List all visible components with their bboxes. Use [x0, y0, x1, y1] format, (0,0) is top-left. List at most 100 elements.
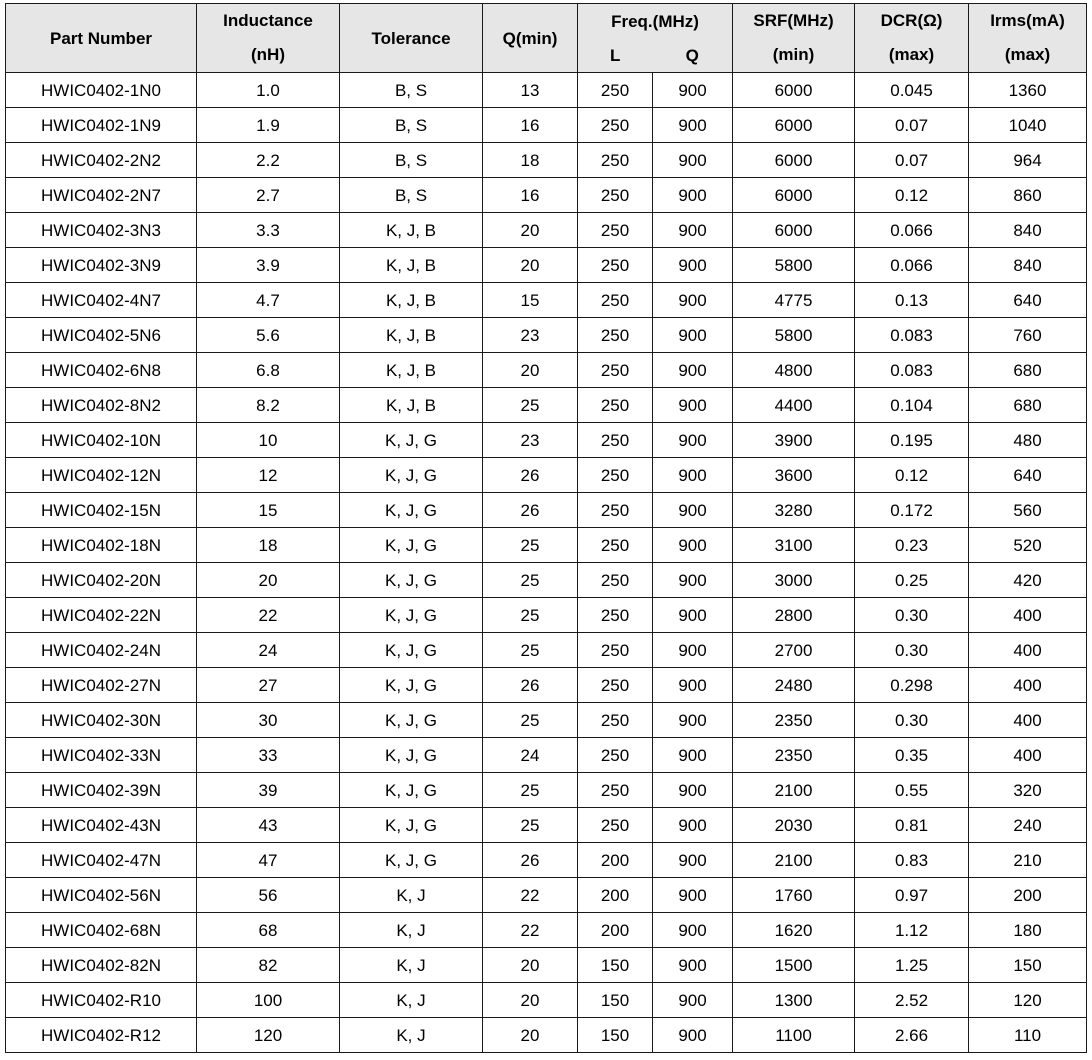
- cell-inductance: 3.3: [196, 212, 340, 248]
- cell-irms: 120: [968, 982, 1088, 1018]
- cell-freq-q: 900: [651, 212, 734, 248]
- cell-inductance: 82: [196, 947, 340, 983]
- cell-q-min: 23: [482, 317, 578, 353]
- cell-q-min: 16: [482, 107, 578, 143]
- cell-srf: 3100: [732, 527, 856, 563]
- cell-freq-q: 900: [651, 597, 734, 633]
- cell-srf: 1760: [732, 877, 856, 913]
- header-dcr-unit: (max): [888, 45, 935, 64]
- cell-part-number: HWIC0402-39N: [5, 772, 197, 808]
- cell-q-min: 24: [482, 737, 578, 773]
- table-row: HWIC0402-3N9 3.9 K, J, B 20 250 900 5800 0.066 8…: [5, 247, 1088, 283]
- cell-freq-l: 250: [577, 422, 653, 458]
- cell-part-number: HWIC0402-82N: [5, 947, 197, 983]
- cell-srf: 3600: [732, 457, 856, 493]
- cell-freq-q: 900: [651, 842, 734, 878]
- cell-freq-l: 250: [577, 807, 653, 843]
- cell-irms: 640: [968, 282, 1088, 318]
- cell-srf: 4775: [732, 282, 856, 318]
- cell-inductance: 24: [196, 632, 340, 668]
- cell-srf: 6000: [732, 107, 856, 143]
- cell-tolerance: K, J, G: [339, 457, 483, 493]
- cell-part-number: HWIC0402-27N: [5, 667, 197, 703]
- table-row: HWIC0402-12N 12 K, J, G 26 250 900 3600 0.12 640: [5, 457, 1088, 493]
- cell-inductance: 10: [196, 422, 340, 458]
- cell-tolerance: B, S: [339, 142, 483, 178]
- cell-dcr: 2.66: [854, 1017, 970, 1053]
- cell-part-number: HWIC0402-56N: [5, 877, 197, 913]
- cell-part-number: HWIC0402-22N: [5, 597, 197, 633]
- cell-irms: 680: [968, 387, 1088, 423]
- cell-srf: 1300: [732, 982, 856, 1018]
- cell-tolerance: B, S: [339, 177, 483, 213]
- cell-srf: 4400: [732, 387, 856, 423]
- cell-tolerance: K, J, B: [339, 317, 483, 353]
- cell-inductance: 56: [196, 877, 340, 913]
- cell-q-min: 25: [482, 597, 578, 633]
- cell-q-min: 25: [482, 527, 578, 563]
- cell-dcr: 0.104: [854, 387, 970, 423]
- cell-q-min: 20: [482, 352, 578, 388]
- cell-dcr: 0.172: [854, 492, 970, 528]
- cell-freq-q: 900: [651, 982, 734, 1018]
- cell-inductance: 18: [196, 527, 340, 563]
- cell-inductance: 15: [196, 492, 340, 528]
- cell-part-number: HWIC0402-15N: [5, 492, 197, 528]
- cell-freq-l: 250: [577, 352, 653, 388]
- cell-q-min: 20: [482, 212, 578, 248]
- cell-dcr: 0.30: [854, 597, 970, 633]
- cell-srf: 2350: [732, 702, 856, 738]
- cell-tolerance: K, J: [339, 982, 483, 1018]
- header-tolerance: Tolerance: [339, 3, 483, 73]
- cell-irms: 240: [968, 807, 1088, 843]
- cell-dcr: 0.298: [854, 667, 970, 703]
- cell-q-min: 20: [482, 982, 578, 1018]
- cell-tolerance: K, J, B: [339, 352, 483, 388]
- cell-freq-l: 250: [577, 107, 653, 143]
- cell-part-number: HWIC0402-R12: [5, 1017, 197, 1053]
- cell-tolerance: K, J, B: [339, 212, 483, 248]
- cell-inductance: 120: [196, 1017, 340, 1053]
- cell-irms: 860: [968, 177, 1088, 213]
- cell-dcr: 0.07: [854, 142, 970, 178]
- cell-freq-l: 250: [577, 772, 653, 808]
- cell-freq-q: 900: [651, 107, 734, 143]
- header-inductance-unit: (nH): [251, 45, 285, 64]
- cell-part-number: HWIC0402-24N: [5, 632, 197, 668]
- table-row: HWIC0402-6N8 6.8 K, J, B 20 250 900 4800 0.083 6…: [5, 352, 1088, 388]
- cell-irms: 520: [968, 527, 1088, 563]
- cell-part-number: HWIC0402-12N: [5, 457, 197, 493]
- cell-freq-q: 900: [651, 702, 734, 738]
- cell-irms: 420: [968, 562, 1088, 598]
- cell-q-min: 18: [482, 142, 578, 178]
- cell-freq-q: 900: [651, 1017, 734, 1053]
- cell-q-min: 26: [482, 457, 578, 493]
- cell-inductance: 33: [196, 737, 340, 773]
- cell-freq-l: 250: [577, 562, 653, 598]
- header-row-top: Part Number Inductance (nH) Tolerance Q(…: [5, 3, 1088, 73]
- cell-srf: 2030: [732, 807, 856, 843]
- cell-part-number: HWIC0402-5N6: [5, 317, 197, 353]
- cell-freq-l: 250: [577, 177, 653, 213]
- cell-freq-q: 900: [651, 492, 734, 528]
- cell-freq-l: 250: [577, 667, 653, 703]
- cell-freq-q: 900: [651, 912, 734, 948]
- cell-irms: 964: [968, 142, 1088, 178]
- cell-q-min: 25: [482, 632, 578, 668]
- cell-inductance: 8.2: [196, 387, 340, 423]
- cell-freq-q: 900: [651, 877, 734, 913]
- cell-srf: 2350: [732, 737, 856, 773]
- table-row: HWIC0402-18N 18 K, J, G 25 250 900 3100 0.23 520: [5, 527, 1088, 563]
- cell-q-min: 25: [482, 387, 578, 423]
- cell-q-min: 25: [482, 702, 578, 738]
- header-freq-l: L: [577, 38, 653, 73]
- cell-irms: 400: [968, 597, 1088, 633]
- cell-part-number: HWIC0402-20N: [5, 562, 197, 598]
- cell-part-number: HWIC0402-10N: [5, 422, 197, 458]
- cell-dcr: 0.07: [854, 107, 970, 143]
- cell-freq-l: 150: [577, 982, 653, 1018]
- cell-dcr: 0.30: [854, 632, 970, 668]
- cell-inductance: 27: [196, 667, 340, 703]
- cell-inductance: 1.0: [196, 72, 340, 108]
- cell-srf: 2700: [732, 632, 856, 668]
